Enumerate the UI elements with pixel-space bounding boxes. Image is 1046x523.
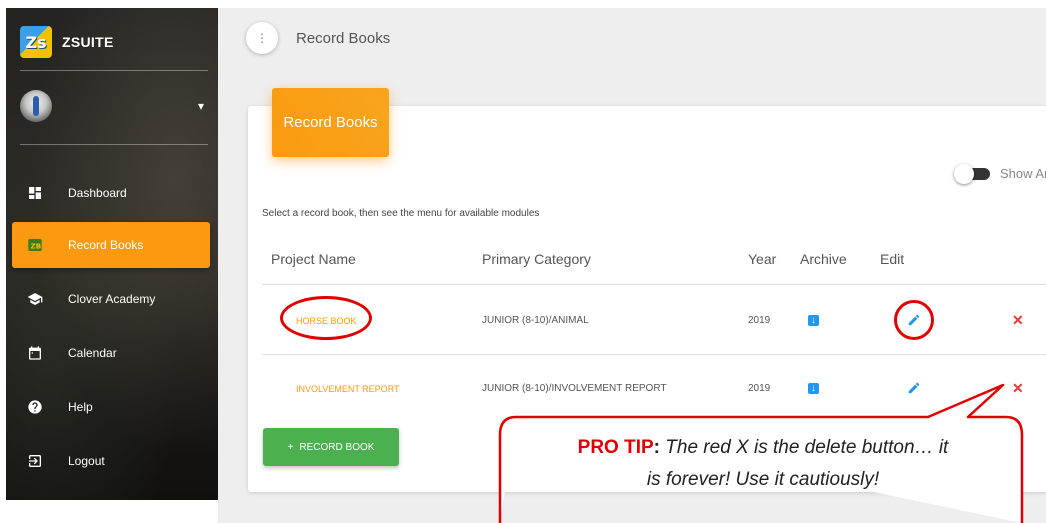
toggle-label: Show Ar — [1000, 166, 1046, 181]
project-link-involvement-report[interactable]: INVOLVEMENT REPORT — [296, 384, 400, 394]
sidebar-item-label: Logout — [68, 454, 105, 468]
annotation-ring-edit — [894, 300, 934, 340]
zsuite-logo: Zs — [20, 26, 52, 58]
pro-tip-line-2: is forever! Use it cautiously! — [646, 469, 880, 490]
column-header-primary-category: Primary Category — [482, 251, 591, 267]
add-record-book-label: RECORD BOOK — [299, 441, 375, 453]
pro-tip-label: PRO TIP — [577, 437, 654, 458]
sidebar-item-record-books[interactable]: ZB Record Books — [12, 222, 210, 268]
annotation-ring-project — [280, 296, 372, 340]
year-cell: 2019 — [748, 315, 771, 326]
row-divider — [262, 354, 1046, 355]
sidebar-item-label: Calendar — [68, 346, 117, 360]
sidebar-item-label: Record Books — [68, 238, 144, 252]
sidebar-item-label: Clover Academy — [68, 292, 156, 306]
sidebar-item-label: Help — [68, 400, 93, 414]
toggle-knob — [954, 163, 974, 184]
sidebar-item-dashboard[interactable]: Dashboard — [12, 170, 210, 216]
brand-name: ZSUITE — [62, 34, 114, 50]
row-divider — [262, 284, 1046, 285]
sidebar-item-label: Dashboard — [68, 186, 127, 200]
brand[interactable]: Zs ZSUITE — [20, 26, 114, 58]
pro-tip-line-1: The red X is the delete button… it — [660, 437, 949, 458]
calendar-icon — [26, 344, 44, 362]
show-archived-toggle[interactable]: Show Ar — [954, 163, 1046, 184]
graduation-cap-icon — [26, 290, 44, 308]
year-cell: 2019 — [748, 383, 771, 394]
sidebar-item-logout[interactable]: Logout — [12, 438, 210, 484]
sidebar-divider — [20, 144, 208, 145]
column-header-archive: Archive — [800, 251, 847, 267]
primary-category-cell: JUNIOR (8-10)/ANIMAL — [482, 315, 589, 326]
delete-x-icon[interactable]: ✕ — [1012, 380, 1024, 397]
column-header-edit: Edit — [880, 251, 905, 267]
dashboard-icon — [26, 184, 44, 202]
logout-icon — [26, 452, 44, 470]
more-vert-icon[interactable]: ⋮ — [246, 22, 278, 54]
topbar: ⋮ Record Books — [246, 22, 390, 54]
delete-x-icon[interactable]: ✕ — [1012, 312, 1024, 329]
sidebar-item-calendar[interactable]: Calendar — [12, 330, 210, 376]
record-books-icon: ZB — [26, 236, 44, 254]
plus-icon: + — [287, 441, 294, 453]
toggle-switch[interactable] — [954, 163, 990, 184]
edit-pencil-icon[interactable] — [907, 381, 921, 395]
pro-tip-text: PRO TIP: The red X is the delete button…… — [508, 432, 1018, 496]
sidebar-divider — [20, 70, 208, 71]
help-icon — [26, 398, 44, 416]
primary-category-cell: JUNIOR (8-10)/INVOLVEMENT REPORT — [482, 383, 667, 394]
add-record-book-button[interactable]: + RECORD BOOK — [263, 428, 399, 466]
svg-text:ZB: ZB — [30, 241, 41, 250]
column-header-project-name: Project Name — [271, 251, 356, 267]
caret-down-icon[interactable]: ▾ — [198, 99, 204, 113]
sidebar-item-help[interactable]: Help — [12, 384, 210, 430]
avatar — [20, 90, 52, 122]
column-header-year: Year — [748, 251, 777, 267]
sidebar: Zs ZSUITE ▾ Dashboard ZB Record Books Cl… — [6, 8, 218, 500]
sidebar-item-clover-academy[interactable]: Clover Academy — [12, 276, 210, 322]
instruction-text: Select a record book, then see the menu … — [262, 208, 540, 219]
archive-icon[interactable]: ↓ — [808, 383, 819, 394]
page-title: Record Books — [296, 29, 391, 47]
card-header: Record Books — [272, 88, 389, 157]
user-menu[interactable]: ▾ — [20, 90, 204, 122]
archive-icon[interactable]: ↓ — [808, 315, 819, 326]
